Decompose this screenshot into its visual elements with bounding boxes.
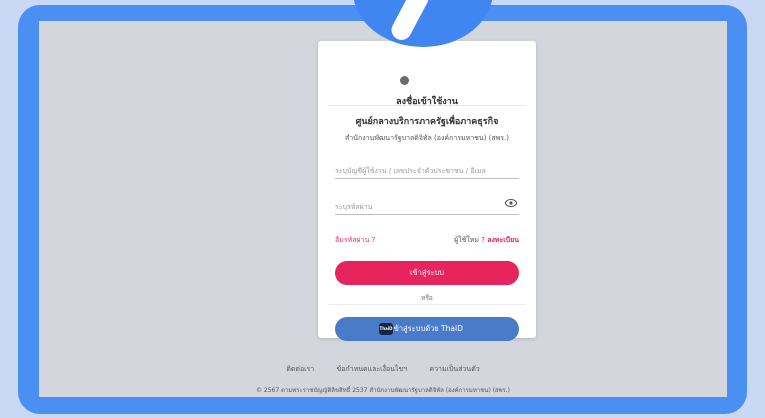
new-user-text: ผู้ใช้ใหม่ ? ลงทะเบียน: [454, 235, 519, 246]
title-divider: [328, 105, 526, 106]
service-center-title: ศูนย์กลางบริการภาครัฐเพื่อภาคธุรกิจ: [355, 117, 499, 127]
login-page: ลงชื่อเข้าใช้งาน ศูนย์กลางบริการภาครัฐเพ…: [39, 21, 727, 397]
register-link[interactable]: ลงทะเบียน: [487, 236, 519, 244]
thaid-button-label: เข้าสู่ระบบด้วย ThaiD: [391, 324, 463, 333]
footer-links: ติดต่อเรา ข้อกำหนดและเงื่อนไขฯ ความเป็นส…: [39, 364, 727, 375]
new-user-prefix: ผู้ใช้ใหม่ ?: [454, 236, 485, 244]
account-links: ลืมรหัสผ่าน ? ผู้ใช้ใหม่ ? ลงทะเบียน: [335, 235, 519, 247]
login-button[interactable]: เข้าสู่ระบบ: [335, 261, 519, 285]
username-field[interactable]: [335, 158, 519, 180]
password-input[interactable]: [335, 198, 495, 216]
logo-icon: [400, 76, 409, 85]
thaid-login-button[interactable]: ThaiD เข้าสู่ระบบด้วย ThaiD: [335, 317, 519, 341]
username-input[interactable]: [335, 162, 495, 180]
footer-contact-link[interactable]: ติดต่อเรา: [286, 365, 314, 373]
forgot-password-link[interactable]: ลืมรหัสผ่าน ?: [335, 235, 375, 246]
or-separator: หรือ: [421, 294, 433, 302]
presentation-frame: ลงชื่อเข้าใช้งาน ศูนย์กลางบริการภาครัฐเพ…: [18, 5, 747, 414]
or-divider: [328, 304, 526, 305]
footer-terms-link[interactable]: ข้อกำหนดและเงื่อนไขฯ: [336, 365, 407, 373]
eye-icon[interactable]: [505, 199, 517, 207]
password-field[interactable]: [335, 194, 519, 216]
footer-privacy-link[interactable]: ความเป็นส่วนตัว: [429, 365, 479, 373]
copyright-text: © 2567 ตามพระราชบัญญัติลิขสิทธิ์ 2537 สำ…: [255, 387, 511, 394]
login-card: ลงชื่อเข้าใช้งาน ศูนย์กลางบริการภาครัฐเพ…: [318, 41, 536, 341]
organization-name: สำนักงานพัฒนารัฐบาลดิจิทัล (องค์การมหาชน…: [344, 134, 510, 142]
thaid-logo-icon: ThaiD: [379, 323, 393, 335]
